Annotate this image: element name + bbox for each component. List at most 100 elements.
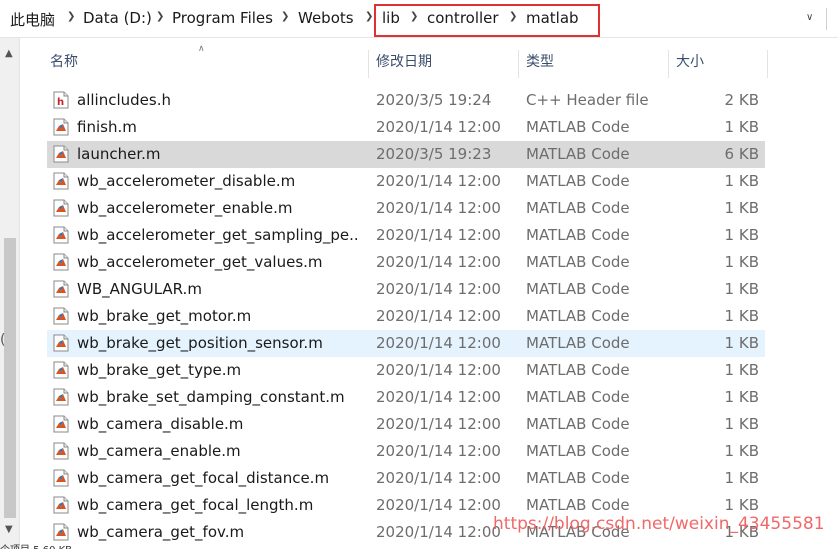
file-row[interactable]: finish.m 2020/1/14 12:00 MATLAB Code 1 KB: [47, 114, 765, 141]
matlab-file-icon: [53, 334, 69, 352]
matlab-file-icon: [53, 145, 69, 163]
column-header-type[interactable]: 类型: [526, 46, 554, 78]
sort-ascending-icon: ∧: [198, 44, 205, 54]
file-name: wb_camera_enable.m: [77, 442, 241, 460]
file-size: 1 KB: [724, 118, 759, 136]
file-type: MATLAB Code: [526, 199, 630, 217]
file-row[interactable]: wb_brake_get_motor.m 2020/1/14 12:00 MATLA…: [47, 303, 765, 330]
column-divider[interactable]: [668, 50, 669, 78]
file-list: h allincludes.h 2020/3/5 19:24 C++ Header f…: [47, 87, 765, 546]
file-size: 1 KB: [724, 469, 759, 487]
chevron-right-icon[interactable]: ❯: [365, 11, 373, 22]
file-name: wb_camera_get_focal_distance.m: [77, 469, 330, 487]
chevron-right-icon[interactable]: ❯: [67, 11, 75, 22]
matlab-file-icon: [53, 199, 69, 217]
file-size: 1 KB: [724, 442, 759, 460]
file-row[interactable]: wb_camera_enable.m 2020/1/14 12:00 MATLAB …: [47, 438, 765, 465]
column-header-name[interactable]: 名称: [50, 46, 78, 78]
column-header-date[interactable]: 修改日期: [376, 46, 432, 78]
file-size: 1 KB: [724, 361, 759, 379]
file-modified-date: 2020/1/14 12:00: [376, 388, 501, 406]
file-modified-date: 2020/1/14 12:00: [376, 118, 501, 136]
file-modified-date: 2020/1/14 12:00: [376, 469, 501, 487]
chevron-down-icon[interactable]: ∨: [806, 12, 813, 23]
file-row[interactable]: wb_accelerometer_get_values.m 2020/1/14 1…: [47, 249, 765, 276]
breadcrumb-data-drive[interactable]: Data (D:): [83, 9, 152, 27]
file-size: 1 KB: [724, 226, 759, 244]
matlab-file-icon: [53, 361, 69, 379]
svg-text:h: h: [57, 97, 64, 108]
column-header-size[interactable]: 大小: [676, 46, 704, 78]
matlab-file-icon: [53, 226, 69, 244]
breadcrumb-webots[interactable]: Webots: [298, 9, 354, 27]
file-type: MATLAB Code: [526, 361, 630, 379]
file-type: MATLAB Code: [526, 442, 630, 460]
file-row[interactable]: wb_brake_get_type.m 2020/1/14 12:00 MATLAB…: [47, 357, 765, 384]
file-type: MATLAB Code: [526, 280, 630, 298]
matlab-file-icon: [53, 523, 69, 541]
header-file-icon: h: [53, 91, 69, 109]
file-modified-date: 2020/3/5 19:23: [376, 145, 492, 163]
file-row[interactable]: wb_accelerometer_disable.m 2020/1/14 12:0…: [47, 168, 765, 195]
nav-pane-scrollbar[interactable]: ▲ ▼: [0, 38, 20, 549]
file-modified-date: 2020/1/14 12:00: [376, 307, 501, 325]
matlab-file-icon: [53, 388, 69, 406]
file-size: 1 KB: [724, 334, 759, 352]
scroll-down-icon[interactable]: ▼: [5, 524, 13, 535]
file-name: launcher.m: [77, 145, 161, 163]
file-modified-date: 2020/1/14 12:00: [376, 253, 501, 271]
breadcrumb-program-files[interactable]: Program Files: [172, 9, 273, 27]
file-type: MATLAB Code: [526, 307, 630, 325]
address-bar[interactable]: 此电脑 ❯ Data (D:) ❯ Program Files ❯ Webots…: [0, 0, 838, 38]
file-row[interactable]: WB_ANGULAR.m 2020/1/14 12:00 MATLAB Code 1 …: [47, 276, 765, 303]
matlab-file-icon: [53, 307, 69, 325]
chevron-right-icon[interactable]: ❯: [156, 11, 164, 22]
matlab-file-icon: [53, 118, 69, 136]
annotation-highlight-box: [374, 4, 600, 37]
file-modified-date: 2020/1/14 12:00: [376, 334, 501, 352]
file-modified-date: 2020/3/5 19:24: [376, 91, 492, 109]
file-row[interactable]: wb_camera_get_focal_distance.m 2020/1/14 …: [47, 465, 765, 492]
scroll-up-icon[interactable]: ▲: [5, 48, 13, 59]
column-divider[interactable]: [368, 50, 369, 78]
file-modified-date: 2020/1/14 12:00: [376, 199, 501, 217]
file-row[interactable]: h allincludes.h 2020/3/5 19:24 C++ Header f…: [47, 87, 765, 114]
file-type: MATLAB Code: [526, 172, 630, 190]
file-size: 1 KB: [724, 280, 759, 298]
matlab-file-icon: [53, 442, 69, 460]
column-divider[interactable]: [767, 50, 768, 78]
file-row[interactable]: wb_brake_set_damping_constant.m 2020/1/14…: [47, 384, 765, 411]
file-type: MATLAB Code: [526, 145, 630, 163]
file-row[interactable]: wb_camera_disable.m 2020/1/14 12:00 MATLAB…: [47, 411, 765, 438]
file-name: wb_brake_set_damping_constant.m: [77, 388, 345, 406]
watermark-url: https://blog.csdn.net/weixin_43455581: [493, 514, 825, 534]
file-name: wb_camera_get_fov.m: [77, 523, 245, 541]
chevron-right-icon[interactable]: ❯: [281, 11, 289, 22]
file-size: 1 KB: [724, 415, 759, 433]
breadcrumb-this-pc[interactable]: 此电脑: [10, 9, 55, 30]
file-name: wb_brake_get_type.m: [77, 361, 242, 379]
file-name: wb_camera_get_focal_length.m: [77, 496, 314, 514]
file-type: MATLAB Code: [526, 253, 630, 271]
file-row[interactable]: wb_accelerometer_enable.m 2020/1/14 12:00…: [47, 195, 765, 222]
file-row[interactable]: launcher.m 2020/3/5 19:23 MATLAB Code 6 KB: [47, 141, 765, 168]
file-type: MATLAB Code: [526, 226, 630, 244]
file-type: C++ Header file: [526, 91, 649, 109]
file-row[interactable]: wb_brake_get_position_sensor.m 2020/1/14 …: [47, 330, 765, 357]
file-type: MATLAB Code: [526, 469, 630, 487]
scrollbar-thumb[interactable]: [4, 238, 16, 518]
file-row[interactable]: wb_accelerometer_get_sampling_pe... 2020/…: [47, 222, 765, 249]
file-size: 1 KB: [724, 388, 759, 406]
file-name: WB_ANGULAR.m: [77, 280, 202, 298]
file-modified-date: 2020/1/14 12:00: [376, 361, 501, 379]
splitter-mark: (: [0, 332, 6, 348]
matlab-file-icon: [53, 172, 69, 190]
file-name: wb_brake_get_position_sensor.m: [77, 334, 323, 352]
file-modified-date: 2020/1/14 12:00: [376, 442, 501, 460]
refresh-button-edge[interactable]: [826, 8, 838, 30]
file-name: allincludes.h: [77, 91, 171, 109]
file-size: 1 KB: [724, 199, 759, 217]
column-divider[interactable]: [518, 50, 519, 78]
file-size: 1 KB: [724, 253, 759, 271]
file-name: wb_accelerometer_disable.m: [77, 172, 296, 190]
